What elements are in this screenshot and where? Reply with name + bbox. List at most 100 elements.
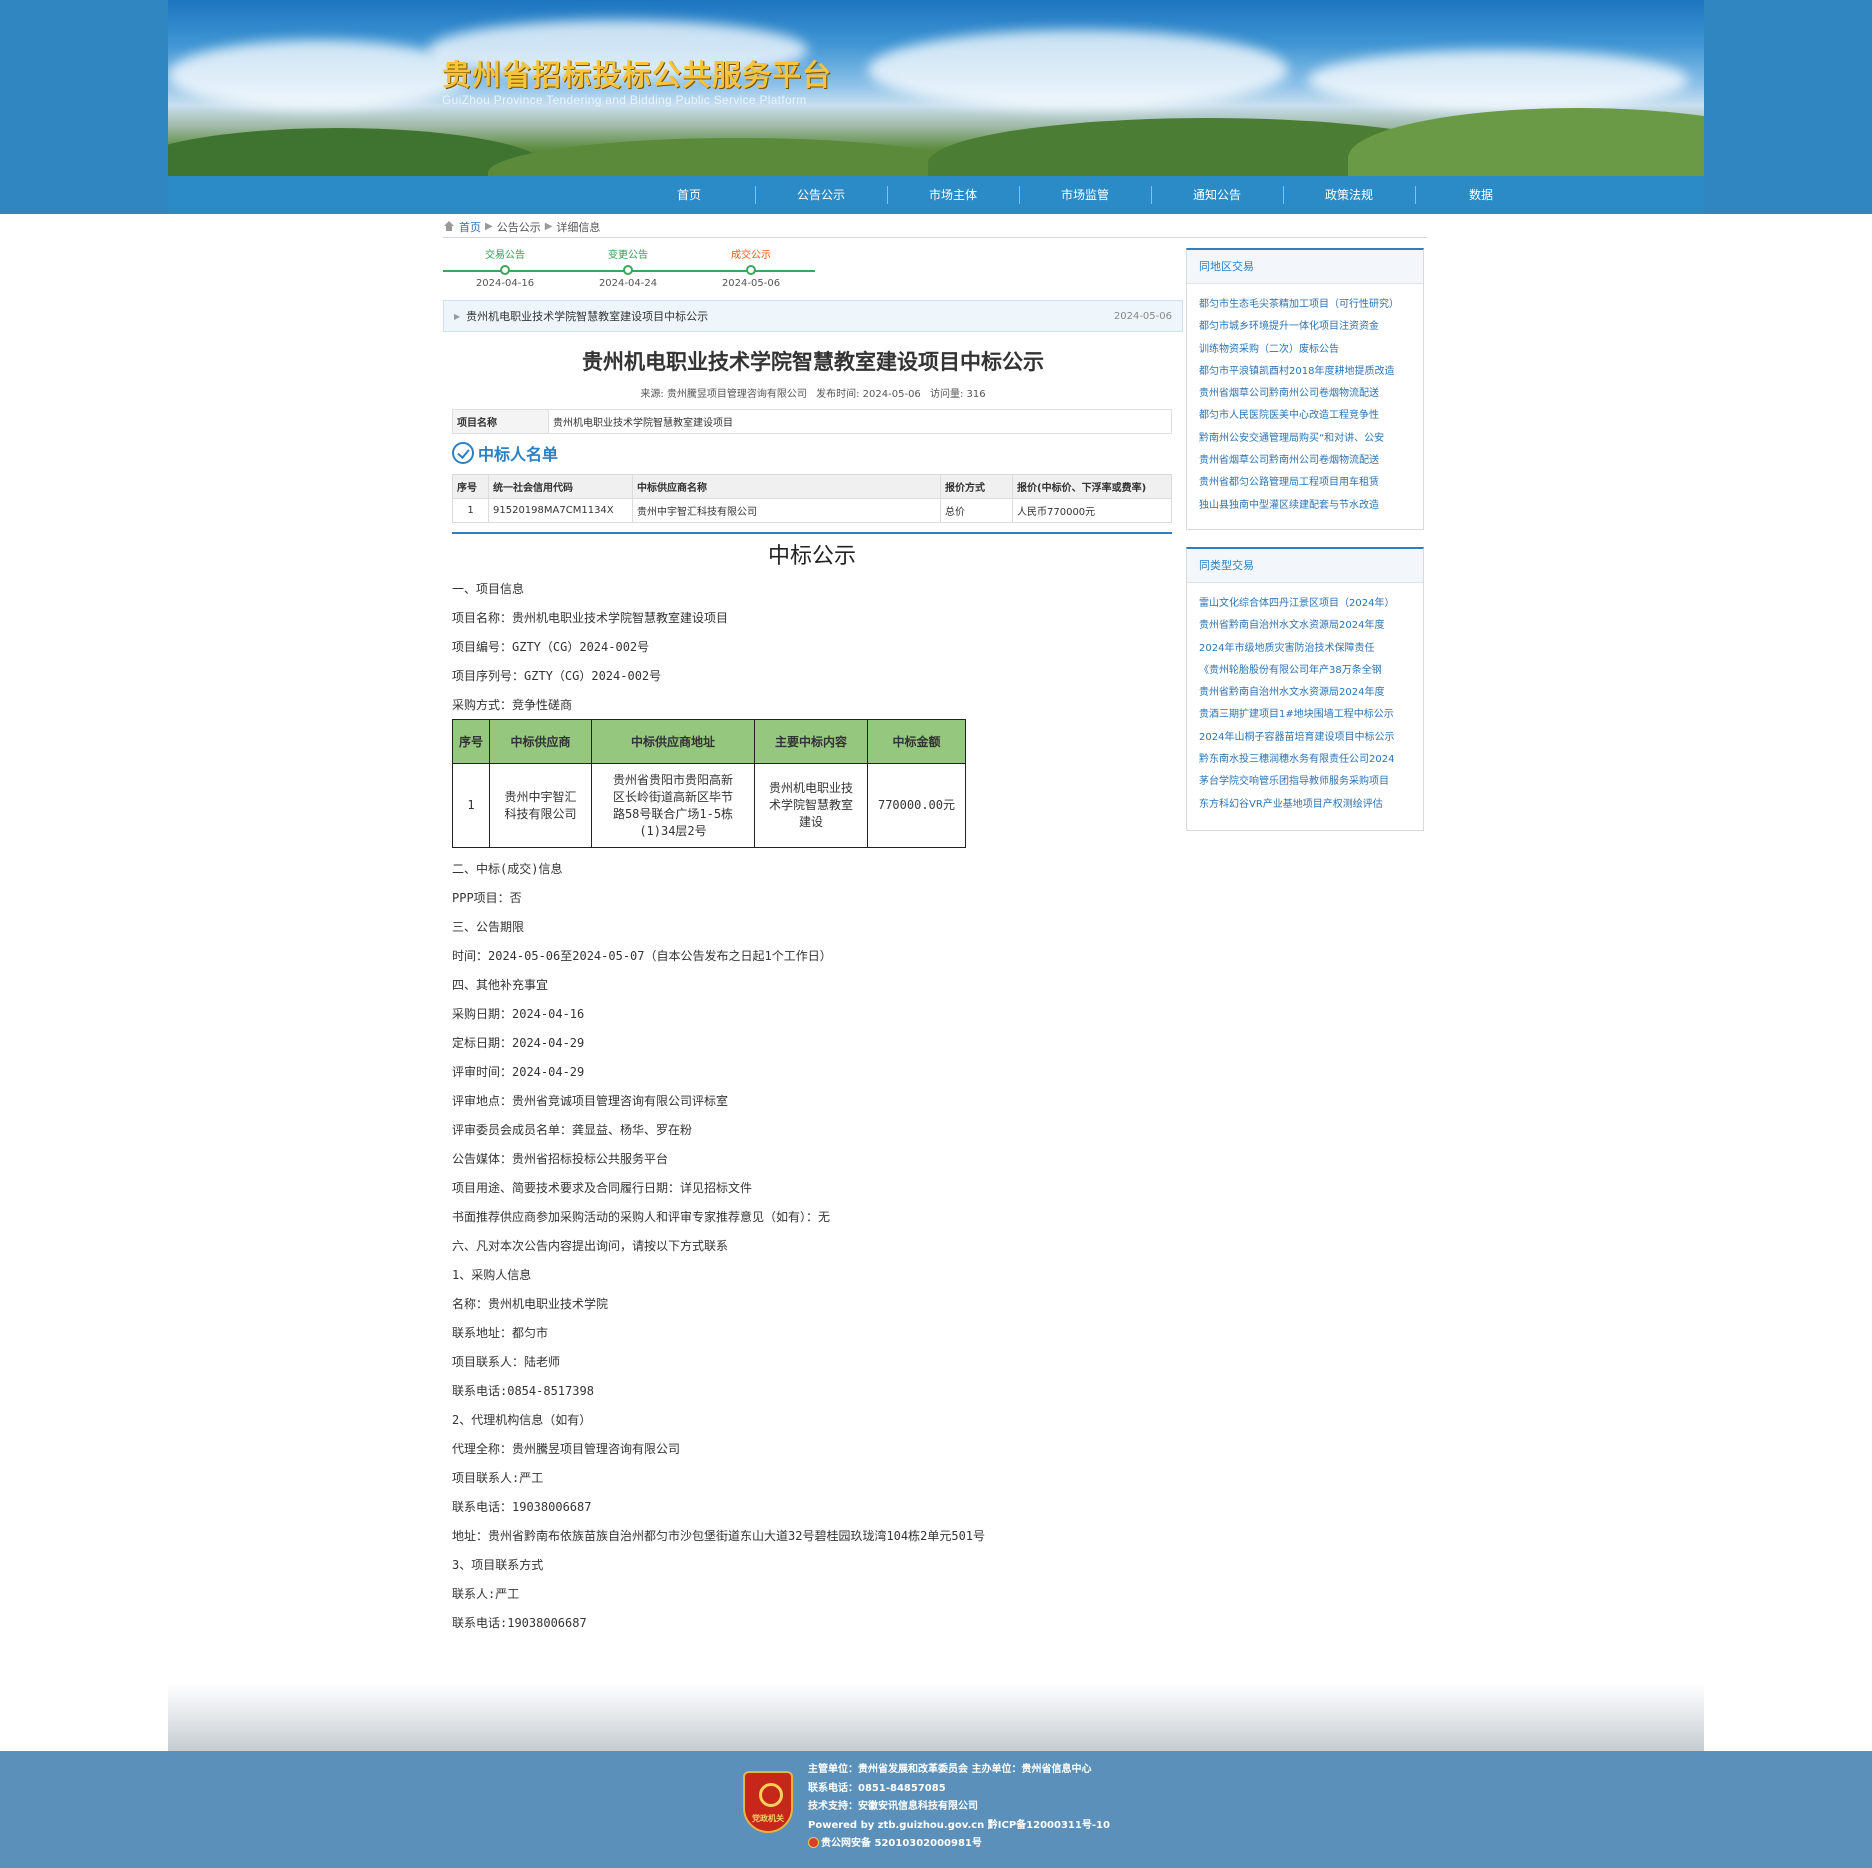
project-name-value: 贵州机电职业技术学院智慧教室建设项目: [548, 409, 1172, 434]
sidebar-link[interactable]: 雷山文化综合体四丹江景区项目（2024年）: [1199, 593, 1409, 615]
site-footer: 党政机关 主管单位：贵州省发展和改革委员会 主办单位：贵州省信息中心 联系电话：…: [0, 1751, 1872, 1868]
chevron-right-icon: ▶: [544, 221, 553, 232]
notice-line: 地址：贵州省黔南布依族苗族自治州都匀市沙包堡街道东山大道32号碧桂园玖珑湾104…: [452, 1529, 986, 1543]
same-type-panel: 同类型交易 雷山文化综合体四丹江景区项目（2024年） 贵州省黔南自治州水文水资源…: [1186, 547, 1424, 831]
notice-line: 联系电话:0854-8517398: [452, 1384, 594, 1398]
nav-announcements[interactable]: 公告公示: [755, 176, 887, 214]
notice-line: 评审地点：贵州省竞诚项目管理咨询有限公司评标室: [452, 1094, 729, 1108]
check-badge-icon: [452, 442, 474, 464]
column-header: 序号: [452, 474, 489, 499]
footer-police-record[interactable]: 贵公网安备 52010302000981号: [821, 1838, 982, 1849]
notice-line: 项目用途、简要技术要求及合同履行日期：详见招标文件: [452, 1181, 753, 1195]
divider: [452, 532, 1172, 534]
sidebar-link[interactable]: 黔东南水投三穗润穗水务有限责任公司2024: [1199, 749, 1409, 771]
breadcrumb: 首页 ▶ 公告公示 ▶ 详细信息: [443, 216, 1427, 238]
nav-market-supervision[interactable]: 市场监管: [1019, 176, 1151, 214]
sidebar-link[interactable]: 东方科幻谷VR产业基地项目产权测绘评估: [1199, 794, 1409, 816]
notice-line: 书面推荐供应商参加采购活动的采购人和评审专家推荐意见（如有）：无: [452, 1210, 831, 1224]
announcement-tab-title: 贵州机电职业技术学院智慧教室建设项目中标公示: [466, 310, 709, 323]
notice-line: PPP项目：否: [452, 891, 522, 905]
nav-notices[interactable]: 通知公告: [1151, 176, 1283, 214]
project-name-table: 项目名称 贵州机电职业技术学院智慧教室建设项目: [452, 409, 1172, 434]
column-header: 报价方式: [940, 474, 1013, 499]
notice-line: 联系地址：都匀市: [452, 1326, 549, 1340]
article-source: 来源: 贵州騰昱项目管理咨询有限公司: [640, 389, 807, 400]
announcement-tab[interactable]: ▶ 贵州机电职业技术学院智慧教室建设项目中标公示 2024-05-06: [443, 300, 1183, 332]
nav-market-entities[interactable]: 市场主体: [887, 176, 1019, 214]
breadcrumb-announcements[interactable]: 公告公示: [497, 219, 541, 235]
announcement-tab-date: 2024-05-06: [1113, 310, 1172, 322]
sidebar-link[interactable]: 2024年山桐子容器苗培育建设项目中标公示: [1199, 727, 1409, 749]
sidebar-link[interactable]: 贵州省烟草公司黔南州公司卷烟物流配送: [1199, 450, 1409, 472]
notice-line: 采购日期：2024-04-16: [452, 1007, 585, 1021]
site-header: 贵州省招标投标公共服务平台 GuiZhou Province Tendering…: [0, 0, 1872, 214]
sidebar-link[interactable]: 都匀市平浪镇凯酉村2018年度耕地提质改造: [1199, 361, 1409, 383]
notice-line: 项目联系人：陆老师: [452, 1355, 561, 1369]
notice-line: 联系电话：19038006687: [452, 1500, 592, 1514]
chevron-right-icon: ▶: [485, 221, 493, 232]
article-meta: 来源: 贵州騰昱项目管理咨询有限公司 发布时间: 2024-05-06 访问量:…: [443, 385, 1183, 400]
notice-line: 采购方式：竞争性磋商: [452, 698, 573, 712]
timeline-step[interactable]: 成交公示 2024-05-06: [706, 248, 796, 289]
column-header: 报价(中标价、下浮率或费率): [1012, 474, 1172, 499]
notice-line: 名称：贵州机电职业技术学院: [452, 1297, 609, 1311]
sidebar-link[interactable]: 独山县独南中型灌区续建配套与节水改造: [1199, 495, 1409, 517]
sidebar-link[interactable]: 贵州省黔南自治州水文水资源局2024年度: [1199, 615, 1409, 637]
timeline-step[interactable]: 交易公告 2024-04-16: [460, 248, 550, 289]
same-type-heading: 同类型交易: [1187, 549, 1423, 583]
sidebar-link[interactable]: 贵州省都匀公路管理局工程项目用车租赁: [1199, 472, 1409, 494]
notice-line: 定标日期：2024-04-29: [452, 1036, 585, 1050]
footer-landscape: [168, 1683, 1704, 1751]
winners-table: 序号 统一社会信用代码 中标供应商名称 报价方式 报价(中标价、下浮率或费率) …: [452, 474, 1172, 523]
breadcrumb-current: 详细信息: [556, 220, 601, 234]
nav-policies[interactable]: 政策法规: [1283, 176, 1415, 214]
column-header: 统一社会信用代码: [488, 474, 633, 499]
sidebar-link[interactable]: 都匀市生态毛尖茶精加工项目（可行性研究）: [1199, 294, 1409, 316]
notice-line: 评审委员会成员名单：龚显益、杨华、罗在粉: [452, 1123, 693, 1137]
notice-line: 项目联系人:严工: [452, 1471, 544, 1485]
same-region-panel: 同地区交易 都匀市生态毛尖茶精加工项目（可行性研究） 都匀市城乡环境提升一体化项目…: [1186, 248, 1424, 530]
breadcrumb-home[interactable]: 首页: [459, 219, 481, 235]
notice-line: 四、其他补充事宜: [452, 978, 549, 992]
sidebar-link[interactable]: 《贵州轮胎股份有限公司年产38万条全钢: [1199, 660, 1409, 682]
notice-line: 时间：2024-05-06至2024-05-07（自本公告发布之日起1个工作日）: [452, 949, 832, 963]
home-icon: [443, 221, 455, 232]
sidebar-link[interactable]: 都匀市人民医院医美中心改造工程竞争性: [1199, 405, 1409, 427]
header-banner: 贵州省招标投标公共服务平台 GuiZhou Province Tendering…: [168, 0, 1704, 176]
notice-line: 一、项目信息: [452, 582, 525, 596]
notice-line: 项目序列号：GZTY（CG）2024-002号: [452, 669, 662, 683]
notice-line: 3、项目联系方式: [452, 1558, 544, 1572]
notice-line: 2、代理机构信息（如有）: [452, 1413, 592, 1427]
sidebar-link[interactable]: 茅台学院交响管乐团指导教师服务采购项目: [1199, 771, 1409, 793]
sidebar-link[interactable]: 贵州省烟草公司黔南州公司卷烟物流配送: [1199, 383, 1409, 405]
article-views: 访问量: 316: [929, 389, 986, 400]
article-published: 发布时间: 2024-05-06: [816, 389, 921, 400]
notice-line: 二、中标(成交)信息: [452, 862, 563, 876]
nav-data[interactable]: 数据: [1415, 176, 1547, 214]
table-row: 1 贵州中宇智汇 科技有限公司 贵州省贵阳市贵阳高新 区长岭街道高新区毕节 路58号联…: [452, 763, 966, 848]
main-nav: 首页 公告公示 市场主体 市场监管 通知公告 政策法规 数据: [168, 176, 1704, 214]
winners-heading: 中标人名单: [452, 440, 558, 466]
notice-line: 三、公告期限: [452, 920, 525, 934]
nav-home[interactable]: 首页: [623, 176, 755, 214]
notice-line: 项目名称：贵州机电职业技术学院智慧教室建设项目: [452, 611, 729, 625]
notice-line: 联系电话:19038006687: [452, 1616, 587, 1630]
process-timeline: 交易公告 2024-04-16 变更公告 2024-04-24 成交公示 202…: [443, 248, 815, 292]
sidebar-link[interactable]: 训练物资采购（二次）废标公告: [1199, 339, 1409, 361]
notice-line: 公告媒体：贵州省招标投标公共服务平台: [452, 1152, 669, 1166]
sidebar-link[interactable]: 黔南州公安交通管理局购买“和对讲、公安: [1199, 428, 1409, 450]
notice-title: 中标公示: [767, 544, 856, 569]
notice-line: 评审时间：2024-04-29: [452, 1065, 585, 1079]
notice-line: 六、凡对本次公告内容提出询问，请按以下方式联系: [452, 1239, 729, 1253]
caret-right-icon: ▶: [454, 311, 461, 321]
article-title: 贵州机电职业技术学院智慧教室建设项目中标公示: [582, 350, 1044, 374]
sidebar-link[interactable]: 贵酒三期扩建项目1#地块围墙工程中标公示: [1199, 704, 1409, 726]
timeline-step[interactable]: 变更公告 2024-04-24: [583, 248, 673, 289]
emblem-label: 党政机关: [752, 1814, 784, 1823]
notice-line: 1、采购人信息: [452, 1268, 532, 1282]
sidebar-link[interactable]: 都匀市城乡环境提升一体化项目注资资金: [1199, 316, 1409, 338]
sidebar-link[interactable]: 贵州省黔南自治州水文水资源局2024年度: [1199, 682, 1409, 704]
sidebar-link[interactable]: 2024年市级地质灾害防治技术保障责任: [1199, 638, 1409, 660]
column-header: 中标供应商名称: [632, 474, 941, 499]
project-name-key: 项目名称: [452, 409, 549, 434]
